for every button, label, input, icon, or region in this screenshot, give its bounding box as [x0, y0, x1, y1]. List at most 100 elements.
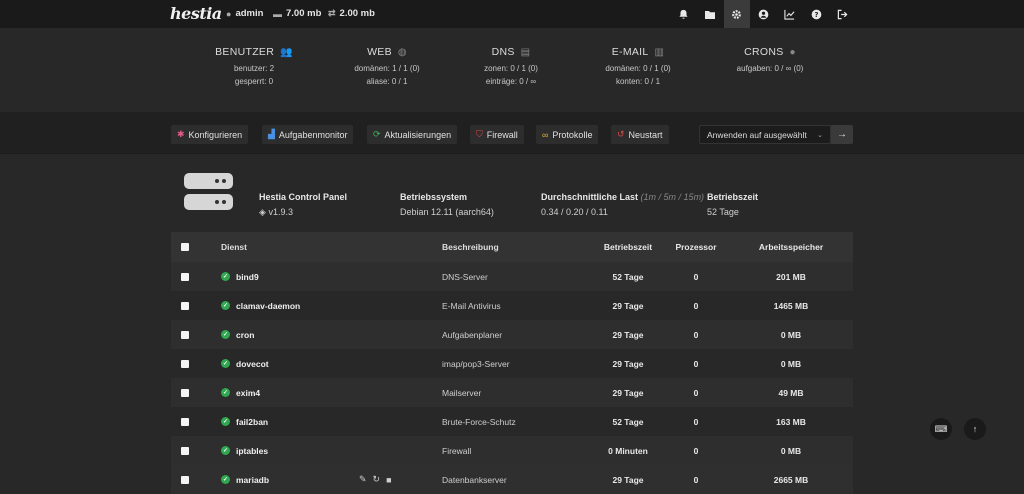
stat-web[interactable]: WEB ◍ domänen: 1 / 1 (0) aliase: 0 / 1 [327, 46, 447, 86]
row-checkbox[interactable] [181, 475, 189, 484]
table-row[interactable]: ✓ dovecot imap/pop3-Server 29 Tage 0 0 MB [171, 349, 853, 378]
row-checkbox[interactable] [181, 388, 189, 397]
stat-title: WEB [367, 46, 392, 58]
button-label: Konfigurieren [188, 129, 243, 140]
service-memory: 2665 MB [773, 474, 809, 485]
service-name[interactable]: ✓ iptables [221, 436, 268, 465]
row-checkbox[interactable] [181, 330, 189, 339]
firewall-button[interactable]: ⛉ Firewall [470, 125, 524, 144]
load-info: Durchschnittliche Last (1m / 5m / 15m) 0… [541, 192, 704, 217]
header-service[interactable]: Dienst [221, 232, 247, 262]
logs-button[interactable]: ∞ Protokolle [536, 125, 599, 144]
service-desc: Firewall [442, 445, 472, 456]
help-icon[interactable]: ? [803, 0, 830, 28]
panel-info: Hestia Control Panel ◈ v1.9.3 [259, 192, 347, 218]
table-row[interactable]: ✓ mariadb ✎ ↻ ■ Datenbankserver 29 Tage 0… [171, 465, 853, 494]
stat-dns[interactable]: DNS ▤ zonen: 0 / 1 (0) einträge: 0 / ∞ [451, 46, 571, 86]
check-icon: ✓ [221, 417, 230, 426]
binoculars-icon: ∞ [542, 129, 549, 140]
user-icon: ● [226, 8, 232, 19]
service-name-text: fail2ban [236, 416, 269, 427]
stat-users[interactable]: BENUTZER 👥 benutzer: 2 gesperrt: 0 [194, 46, 314, 86]
restart-icon[interactable]: ↻ [373, 474, 381, 485]
users-icon: 👥 [280, 46, 293, 58]
restart-button[interactable]: ↺ Neustart [611, 125, 669, 144]
service-name[interactable]: ✓ mariadb [221, 465, 269, 494]
row-checkbox[interactable] [181, 272, 189, 281]
row-checkbox[interactable] [181, 417, 189, 426]
stat-line: benutzer: 2 [233, 64, 275, 73]
service-name[interactable]: ✓ exim4 [221, 378, 260, 407]
disk-usage-value: 7.00 mb [286, 8, 322, 19]
service-desc: E-Mail Antivirus [442, 300, 501, 311]
table-row[interactable]: ✓ clamav-daemon E-Mail Antivirus 29 Tage … [171, 291, 853, 320]
service-name-text: cron [236, 329, 255, 340]
table-row[interactable]: ✓ exim4 Mailserver 29 Tage 0 49 MB [171, 378, 853, 407]
updates-button[interactable]: ⟳ Aktualisierungen [367, 125, 458, 144]
service-name-text: bind9 [236, 271, 259, 282]
load-value: 0.34 / 0.20 / 0.11 [541, 207, 608, 217]
logout-icon[interactable] [830, 0, 857, 28]
stat-email[interactable]: E-MAIL ▥ domänen: 0 / 1 (0) konten: 0 / 1 [578, 46, 698, 86]
scroll-top-button[interactable]: ↑ [964, 418, 986, 440]
check-icon: ✓ [221, 301, 230, 310]
check-icon: ✓ [221, 272, 230, 281]
row-checkbox[interactable] [181, 446, 189, 455]
apply-button[interactable]: → [831, 125, 853, 144]
user-info[interactable]: ● admin [226, 8, 263, 19]
table-row[interactable]: ✓ fail2ban Brute-Force-Schutz 52 Tage 0 1… [171, 407, 853, 436]
stat-title: E-MAIL [611, 46, 649, 58]
stat-line: aufgaben: 0 / ∞ (0) [736, 64, 804, 73]
task-monitor-button[interactable]: ▟ Aufgabenmonitor [262, 125, 354, 144]
stat-line: zonen: 0 / 1 (0) [484, 64, 538, 73]
keyboard-shortcuts-button[interactable]: ⌨ [930, 418, 952, 440]
hestia-logo[interactable]: hestia [170, 4, 222, 23]
header-memory[interactable]: Arbeitsspeicher [731, 232, 851, 262]
table-row[interactable]: ✓ iptables Firewall 0 Minuten 0 0 MB [171, 436, 853, 465]
select-all-checkbox[interactable] [181, 243, 189, 251]
stat-title: BENUTZER [215, 46, 275, 58]
stat-line: aliase: 0 / 1 [366, 77, 408, 86]
gear-icon[interactable] [723, 0, 750, 28]
service-memory: 0 MB [780, 358, 802, 369]
service-name[interactable]: ✓ dovecot [221, 349, 269, 378]
service-name[interactable]: ✓ cron [221, 320, 254, 349]
panel-version: v1.9.3 [268, 207, 293, 217]
stat-crons[interactable]: CRONS ● aufgaben: 0 / ∞ (0) [710, 46, 830, 73]
chart-icon[interactable] [777, 0, 804, 28]
gear-icon: ✱ [177, 129, 185, 139]
stat-title: CRONS [744, 46, 784, 58]
service-name-text: exim4 [236, 387, 261, 398]
os-info: Betriebssystem Debian 12.11 (aarch64) [400, 192, 494, 217]
check-icon: ✓ [221, 388, 230, 397]
toolbar: ✱ Konfigurieren ▟ Aufgabenmonitor ⟳ Aktu… [0, 113, 1024, 154]
bulk-action-select[interactable]: Anwenden auf ausgewählt ⌄ [699, 125, 831, 144]
user-circle-icon[interactable] [750, 0, 777, 28]
keyboard-icon: ⌨ [934, 423, 948, 434]
service-name[interactable]: ✓ clamav-daemon [221, 291, 300, 320]
service-memory: 163 MB [776, 416, 806, 427]
edit-icon[interactable]: ✎ [359, 474, 367, 485]
service-name[interactable]: ✓ bind9 [221, 262, 259, 291]
stat-line: konten: 0 / 1 [615, 77, 661, 86]
row-checkbox[interactable] [181, 301, 189, 310]
table-row[interactable]: ✓ bind9 DNS-Server 52 Tage 0 201 MB [171, 262, 853, 291]
exchange-icon: ⇄ [328, 8, 336, 18]
table-row[interactable]: ✓ cron Aufgabenplaner 29 Tage 0 0 MB [171, 320, 853, 349]
os-label: Betriebssystem [400, 192, 468, 202]
stop-icon[interactable]: ■ [386, 475, 391, 485]
folder-icon[interactable] [697, 0, 724, 28]
bell-icon[interactable] [671, 0, 698, 28]
row-checkbox[interactable] [181, 359, 189, 368]
header-description[interactable]: Beschreibung [442, 232, 499, 262]
service-desc: Datenbankserver [442, 474, 507, 485]
services-table: Dienst Beschreibung Betriebszeit Prozess… [171, 232, 853, 494]
configure-button[interactable]: ✱ Konfigurieren [171, 125, 249, 144]
refresh-icon: ⟳ [373, 129, 381, 139]
os-value: Debian 12.11 (aarch64) [400, 207, 494, 217]
server-unit [184, 194, 233, 210]
service-name-text: dovecot [236, 358, 269, 369]
service-name[interactable]: ✓ fail2ban [221, 407, 268, 436]
service-name-text: iptables [236, 445, 269, 456]
bandwidth-usage: ⇄ 2.00 mb [328, 8, 375, 19]
